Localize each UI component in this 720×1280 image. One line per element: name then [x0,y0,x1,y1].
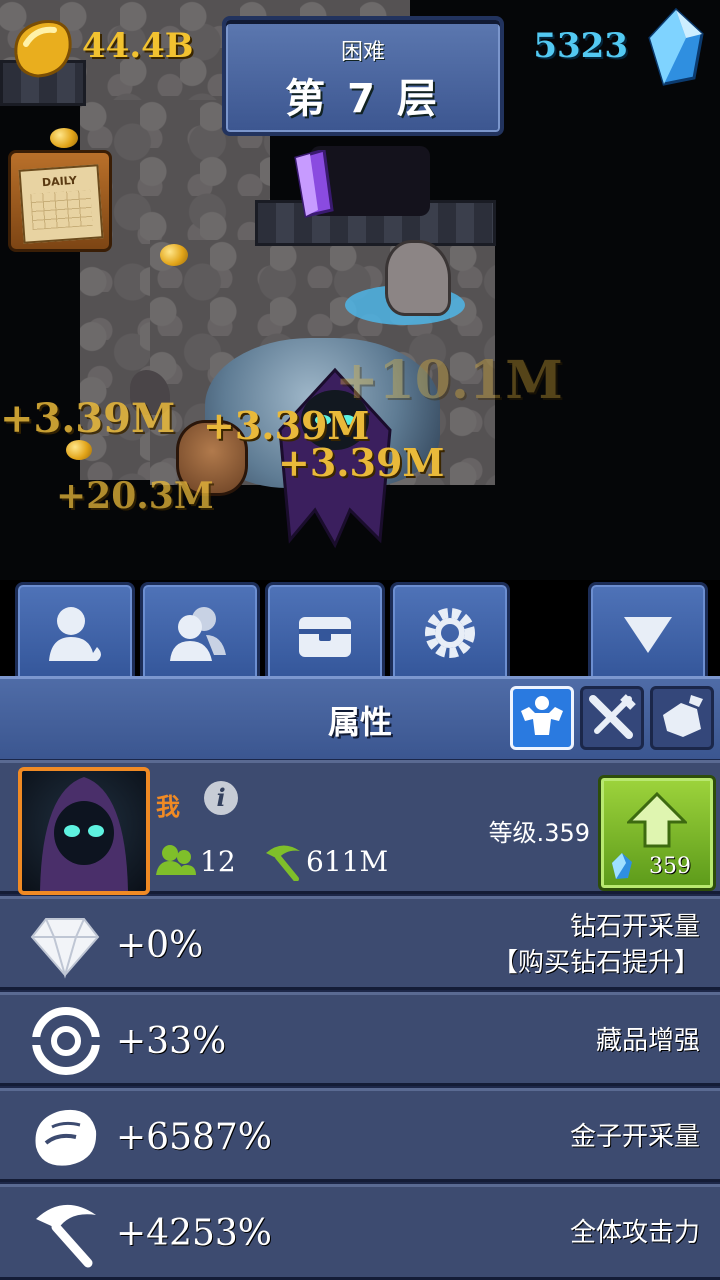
daily-calendar-button[interactable]: DAILY [8,150,112,252]
stat-label: 钻石开采量 [569,912,700,942]
floor-label: 第 7 层 [285,76,441,122]
gold-nugget-icon[interactable] [50,128,78,148]
stat-label: 藏品增强 [595,1026,700,1056]
income-popup: +3.39M [0,395,176,442]
subtab-ore[interactable] [650,686,714,750]
tab-chest[interactable] [265,582,385,679]
stat-row-diamond: +0% 钻石开采量 【购买钻石提升】 [0,896,720,990]
stat-label-buy-diamonds[interactable]: 【购买钻石提升】 [492,945,700,981]
subtab-attributes[interactable] [510,686,574,750]
gear-icon [425,608,475,658]
daily-label: DAILY [41,173,78,190]
gem-amount: 5323 [533,26,628,66]
crossed-weapons-icon [589,694,636,739]
tab-settings[interactable] [390,582,510,679]
followers-count: 12 [200,845,236,878]
tab-collapse[interactable] [588,582,708,679]
calendar-page: DAILY [18,164,104,244]
ore-icon [663,695,703,737]
stat-label: 全体攻击力 [569,1218,700,1248]
income-popup: +3.39M [278,440,445,485]
stat-label: 金子开采量 [569,1122,700,1152]
player-row: 我 i 12 611M 等级.359 359 [0,760,720,895]
pickaxe-icon [266,845,300,881]
gold-nugget-icon[interactable] [160,244,188,266]
stat-row-gold: +6587% 金子开采量 [0,1088,720,1182]
calendar-grid [30,189,93,231]
tab-hero[interactable] [15,582,135,679]
chest-icon [299,617,351,657]
stat-row-collectible: +33% 藏品增强 [0,992,720,1086]
player-level: 等级.359 [488,819,590,847]
strength-icon [521,696,563,735]
gold-rock-icon [35,1109,97,1166]
income-popup: +10.1M [335,350,563,411]
stat-row-attack: +4253% 全体攻击力 [0,1184,720,1280]
boulder [385,240,451,316]
stat-value: +6587% [116,1117,272,1158]
collectible-icon [32,1007,100,1075]
info-icon[interactable]: i [204,781,238,815]
upgrade-cost: 359 [649,854,691,879]
level-banner: 困难 第 7 层 [222,16,504,136]
attack-value: 611M [306,845,389,878]
diamond-icon [30,918,100,979]
stat-value: +4253% [116,1213,272,1254]
avatar[interactable] [18,767,150,895]
collapse-arrow-icon [624,617,672,653]
stat-value: +33% [116,1021,227,1062]
tab-team[interactable] [140,582,260,679]
gem-icon [612,853,632,879]
player-name: 我 [156,793,180,821]
pickaxe-icon [36,1204,96,1268]
stat-value: +0% [116,925,204,966]
upgrade-button[interactable]: 359 [598,775,716,891]
purple-crystal-icon[interactable] [288,150,336,220]
team-icon [170,607,226,661]
subtab-weapons[interactable] [580,686,644,750]
gold-icon [8,14,78,80]
up-arrow-icon [627,792,687,848]
income-popup: +20.3M [56,475,214,517]
difficulty-label: 困难 [340,40,385,65]
gold-nugget-icon[interactable] [66,440,92,460]
gold-amount: 44.4B [82,26,194,66]
followers-icon [156,845,196,875]
gem-icon[interactable] [646,7,706,86]
hero-icon [49,607,101,661]
